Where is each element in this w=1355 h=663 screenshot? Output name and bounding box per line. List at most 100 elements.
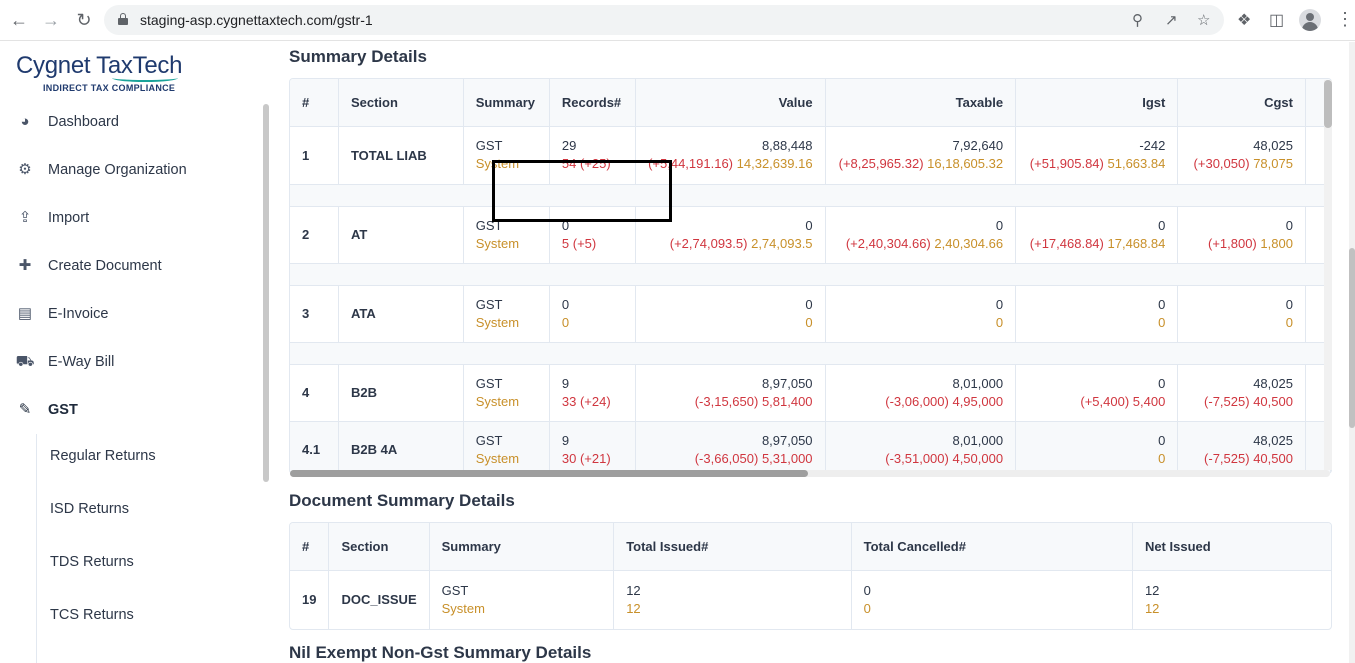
document-summary-table-container[interactable]: # Section Summary Total Issued# Total Ca… (289, 522, 1332, 630)
summary-system: System (441, 600, 485, 616)
row-section: ATA (338, 285, 464, 343)
igst-gst: 0 (1158, 296, 1166, 312)
row-index: 1 (290, 126, 339, 185)
col-header-total-cancelled: Total Cancelled# (851, 523, 1133, 571)
sidebar-item-gst[interactable]: ✎ GST (14, 398, 78, 422)
sidebar-item-import[interactable]: ⇪ Import (14, 206, 89, 230)
col-header-taxable: Taxable (825, 79, 1017, 127)
summary-table: # Section Summary Records# Value Taxable… (290, 79, 1331, 473)
submenu-rail (36, 434, 37, 663)
igst-system: 17,468.84 (1107, 235, 1166, 251)
sidebar-item-e-invoice[interactable]: ▤ E-Invoice (14, 302, 109, 326)
table-row[interactable]: 4 B2B GST System 9 33 (+24) 8,97,050 (-3,15… (290, 364, 1331, 422)
dashboard-icon: ◕ (20, 113, 30, 130)
sidebar-item-manage-organization[interactable]: ⚙ Manage Organization (14, 158, 186, 182)
row-index: 2 (290, 206, 339, 264)
sidebar-scrollbar[interactable] (263, 104, 269, 482)
table-vertical-scrollbar-track[interactable] (1324, 80, 1332, 470)
row-summary: GST System (429, 570, 615, 629)
value-diff: (-3,66,050) (694, 450, 759, 466)
cgst-gst: 48,025 (1253, 375, 1293, 391)
summary-system: System (475, 450, 520, 466)
table-horizontal-scrollbar-thumb[interactable] (290, 470, 808, 477)
extensions-puzzle-icon[interactable]: ❖ (1237, 10, 1251, 30)
logo-tagline: INDIRECT TAX COMPLIANCE (43, 83, 176, 93)
row-summary: GST System (463, 285, 550, 343)
browser-menu-icon[interactable]: ⋮ (1336, 9, 1354, 30)
row-total-cancelled: 00 (851, 570, 1133, 629)
summary-table-container[interactable]: # Section Summary Records# Value Taxable… (289, 78, 1332, 474)
cgst-gst: 48,025 (1253, 138, 1293, 153)
cgst-system: 78,075 (1253, 156, 1293, 171)
profile-avatar-icon[interactable] (1299, 9, 1321, 31)
summary-gst: GST (475, 375, 503, 391)
organization-icon: ⚙ (18, 161, 32, 178)
address-bar[interactable]: staging-asp.cygnettaxtech.com/gstr-1 ⚲ ↗… (104, 5, 1224, 35)
col-header-summary: Summary (463, 79, 550, 127)
table-row[interactable]: 1 TOTAL LIAB GST System 29 54 (+25) 8,88,4… (290, 126, 1331, 185)
taxable-diff: (-3,51,000) (885, 450, 949, 466)
sidebar-subitem-regular-returns[interactable]: Regular Returns (50, 448, 156, 464)
row-value: 8,97,050 (-3,66,050) 5,31,000 (635, 421, 826, 473)
side-panel-icon[interactable]: ◫ (1269, 10, 1284, 30)
document-summary-table: # Section Summary Total Issued# Total Ca… (290, 523, 1331, 629)
sidebar-item-dashboard[interactable]: ◕ Dashboard (14, 110, 118, 134)
taxable-gst: 8,01,000 (952, 375, 1004, 391)
document-summary-title: Document Summary Details (289, 491, 515, 510)
sidebar-subitem-tds-returns[interactable]: TDS Returns (50, 554, 134, 570)
col-header-net-issued: Net Issued (1132, 523, 1331, 571)
star-icon[interactable]: ☆ (1197, 11, 1210, 29)
sidebar-item-e-way-bill[interactable]: ⛟ E-Way Bill (14, 350, 115, 374)
share-icon[interactable]: ↗ (1165, 11, 1178, 29)
table-row[interactable]: 3 ATA GST System 00 00 00 00 00 (290, 285, 1331, 343)
row-section: AT (338, 206, 464, 264)
row-spacer (290, 263, 1331, 286)
value-gst: 8,88,448 (761, 138, 813, 153)
col-header-summary: Summary (429, 523, 615, 571)
page-scrollbar-thumb[interactable] (1349, 248, 1355, 428)
summary-gst: GST (475, 138, 503, 153)
value-gst: 0 (805, 296, 813, 312)
sidebar-item-label: E-Way Bill (48, 354, 115, 370)
row-records: 00 (549, 285, 637, 343)
sidebar-item-create-document[interactable]: ✚ Create Document (14, 254, 162, 278)
main-content: Summary Details # Section Summary Record… (274, 42, 1355, 663)
cgst-diff: (-7,525) (1204, 450, 1250, 466)
table-vertical-scrollbar-thumb[interactable] (1324, 80, 1332, 128)
back-arrow-icon[interactable]: ← (8, 9, 30, 31)
row-section: TOTAL LIAB (338, 126, 464, 185)
igst-gst: 0 (1158, 432, 1166, 448)
value-gst: 8,97,050 (761, 375, 813, 391)
table-row[interactable]: 2 AT GST System 05 (+5) 0 (+2,74,093.5) 2,… (290, 206, 1331, 264)
row-summary: GST System (463, 421, 550, 473)
table-row[interactable]: 4.1 B2B 4A GST System 9 30 (+21) 8,97,050(… (290, 421, 1331, 473)
taxable-diff: (-3,06,000) (885, 393, 949, 409)
igst-system: 5,400 (1132, 393, 1166, 409)
records-gst: 9 (561, 432, 570, 448)
row-cgst: 00 (1177, 285, 1306, 343)
summary-system: System (475, 393, 520, 409)
issued-gst: 12 (626, 582, 641, 598)
row-net-issued: 12 12 (1132, 570, 1331, 629)
igst-system: 51,663.84 (1107, 156, 1166, 171)
row-section: B2B (338, 364, 464, 422)
sidebar-subitem-isd-returns[interactable]: ISD Returns (50, 501, 129, 517)
row-cgst: 48,025 (+30,050) 78,075 (1177, 126, 1306, 185)
igst-gst: 0 (1158, 375, 1166, 391)
table-row[interactable]: 19 DOC_ISSUE GST System 12 12 00 12 12 (290, 570, 1331, 629)
row-section: B2B 4A (338, 421, 464, 473)
sidebar-item-label: Create Document (48, 258, 162, 274)
taxable-gst: 0 (995, 217, 1004, 233)
invoice-icon: ▤ (17, 305, 33, 322)
nil-exempt-title: Nil Exempt Non-Gst Summary Details (289, 643, 592, 662)
logo-swoosh (112, 74, 178, 82)
key-icon[interactable]: ⚲ (1132, 11, 1143, 29)
sidebar-subitem-tcs-returns[interactable]: TCS Returns (50, 607, 134, 623)
forward-arrow-icon[interactable]: → (40, 9, 62, 31)
row-cgst: 48,025 (-7,525) 40,500 (1177, 421, 1306, 473)
row-section: DOC_ISSUE (328, 570, 430, 629)
url-text[interactable]: staging-asp.cygnettaxtech.com/gstr-1 (140, 12, 373, 28)
reload-icon[interactable]: ↻ (73, 9, 95, 31)
row-summary: GST System (463, 364, 550, 422)
taxable-system: 4,95,000 (952, 393, 1004, 409)
